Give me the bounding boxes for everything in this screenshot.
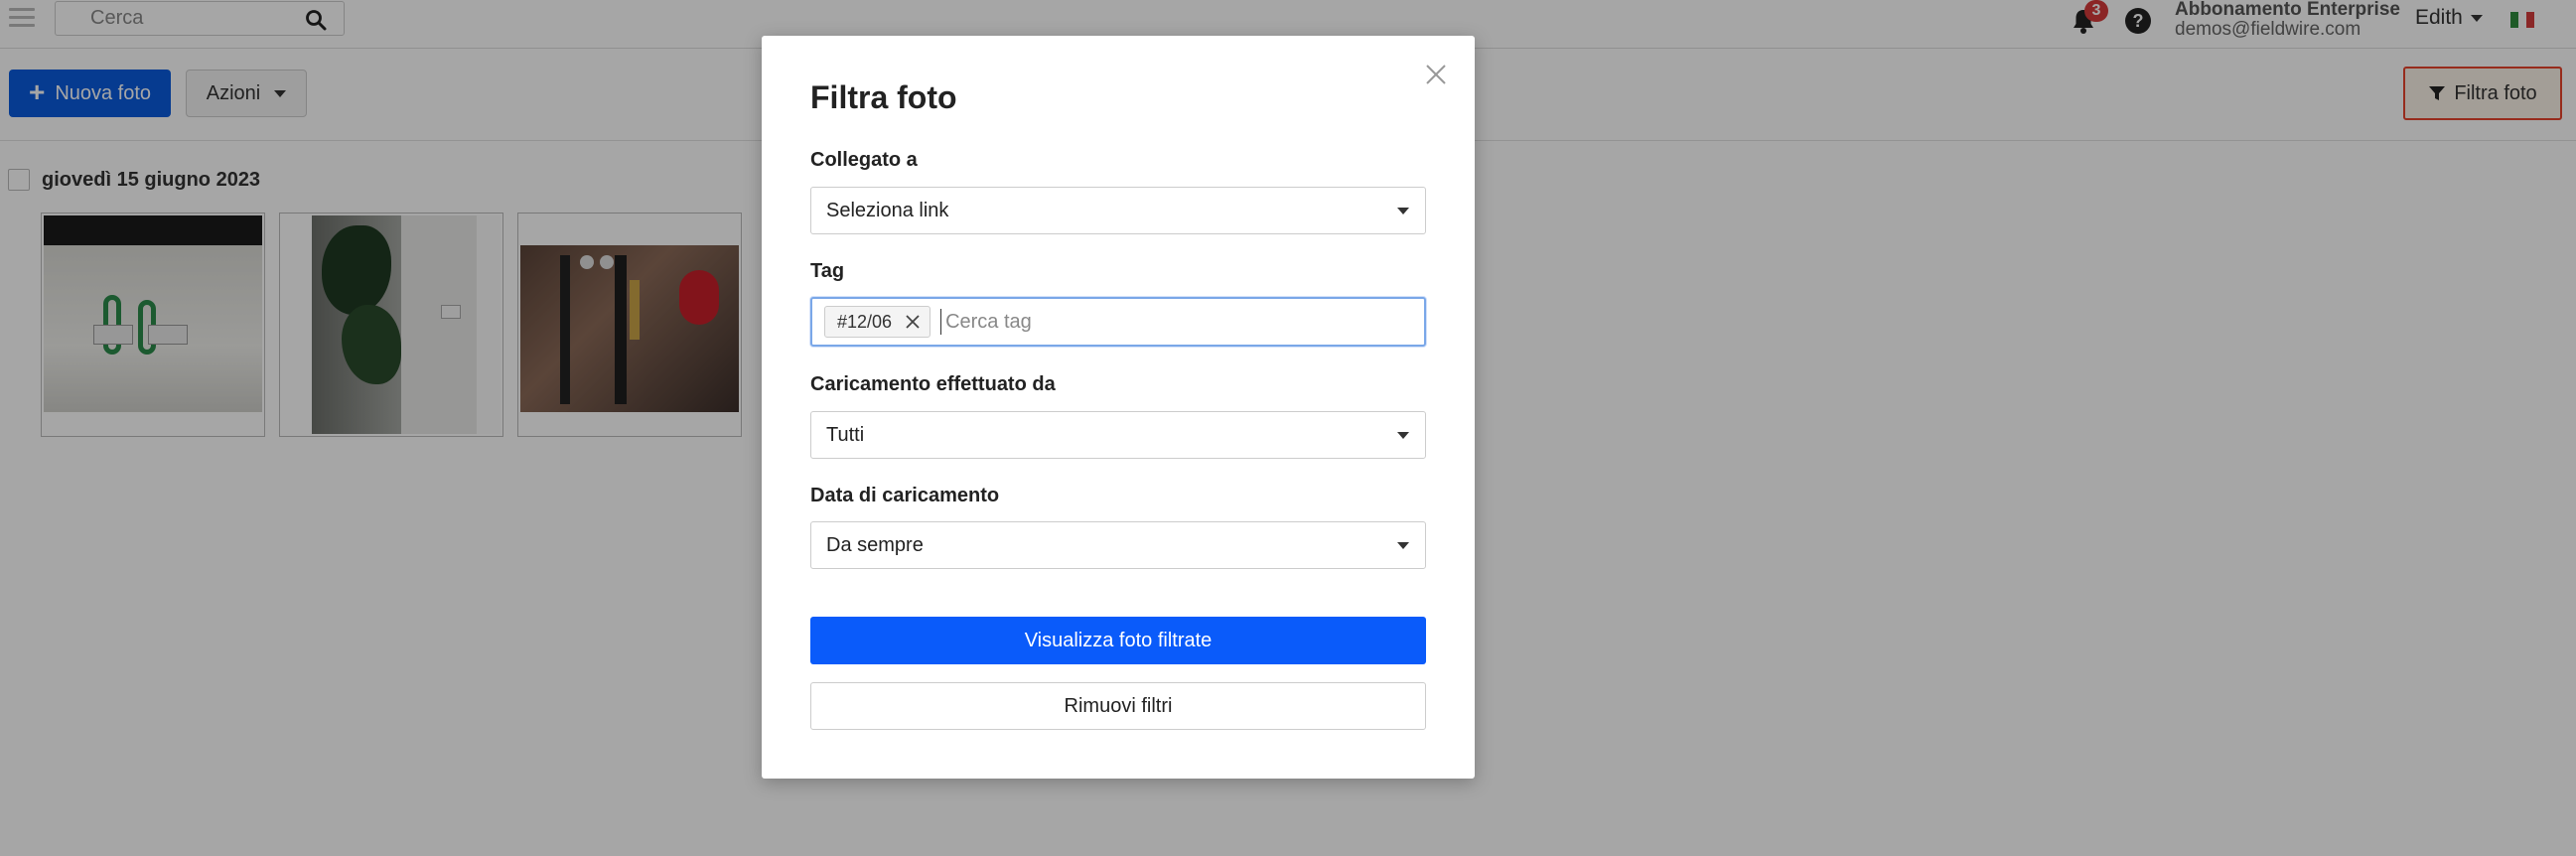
tag-field[interactable]: #12/06 (810, 297, 1426, 347)
chevron-down-icon (1397, 432, 1409, 439)
dialog-title: Filtra foto (810, 79, 957, 115)
tag-search-input[interactable] (940, 309, 1339, 335)
upload-date-value: Da sempre (826, 533, 924, 556)
upload-date-label: Data di caricamento (810, 485, 1000, 506)
filter-photos-dialog: Filtra foto Collegato a Seleziona link T… (762, 36, 1475, 779)
chevron-down-icon (1397, 542, 1409, 549)
clear-filters-button[interactable]: Rimuovi filtri (810, 682, 1426, 730)
uploaded-by-value: Tutti (826, 423, 865, 446)
close-icon[interactable] (1423, 62, 1449, 87)
tag-label: Tag (810, 260, 845, 282)
linked-to-select[interactable]: Seleziona link (810, 187, 1426, 234)
chevron-down-icon (1397, 208, 1409, 214)
tag-chip-label: #12/06 (837, 311, 893, 332)
linked-to-label: Collegato a (810, 149, 918, 171)
apply-filters-button[interactable]: Visualizza foto filtrate (810, 617, 1426, 664)
upload-date-select[interactable]: Da sempre (810, 521, 1426, 569)
linked-to-value: Seleziona link (826, 199, 949, 221)
tag-chip: #12/06 (824, 306, 931, 338)
uploaded-by-label: Caricamento effettuato da (810, 373, 1056, 395)
remove-tag-icon[interactable] (906, 315, 920, 329)
uploaded-by-select[interactable]: Tutti (810, 411, 1426, 459)
